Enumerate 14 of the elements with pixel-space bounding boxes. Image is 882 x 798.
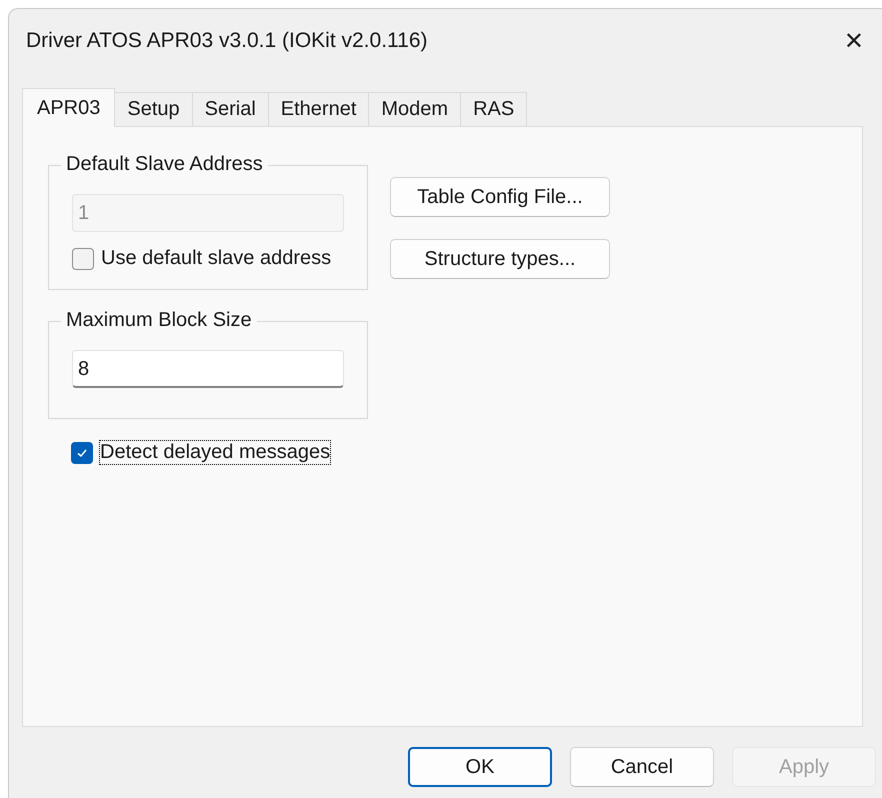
tab[interactable]: RAS (460, 92, 528, 126)
dialog-button[interactable]: Table Config File... (390, 177, 610, 217)
checkbox[interactable] (71, 442, 93, 464)
window-title: Driver ATOS APR03 v3.0.1 (IOKit v2.0.116) (26, 29, 428, 53)
dialog-button[interactable]: Structure types... (390, 239, 610, 279)
dialog-button[interactable]: Cancel (570, 747, 714, 787)
checkbox-label: Use default slave address (100, 246, 332, 271)
check-icon (76, 446, 88, 458)
input-field[interactable]: 8 (72, 350, 344, 388)
dialog-button[interactable]: OK (408, 747, 552, 787)
close-button[interactable]: ✕ (838, 27, 870, 55)
checkbox[interactable] (72, 248, 94, 270)
checkbox-label: Detect delayed messages (99, 440, 332, 465)
tab[interactable]: APR03 (22, 88, 116, 127)
